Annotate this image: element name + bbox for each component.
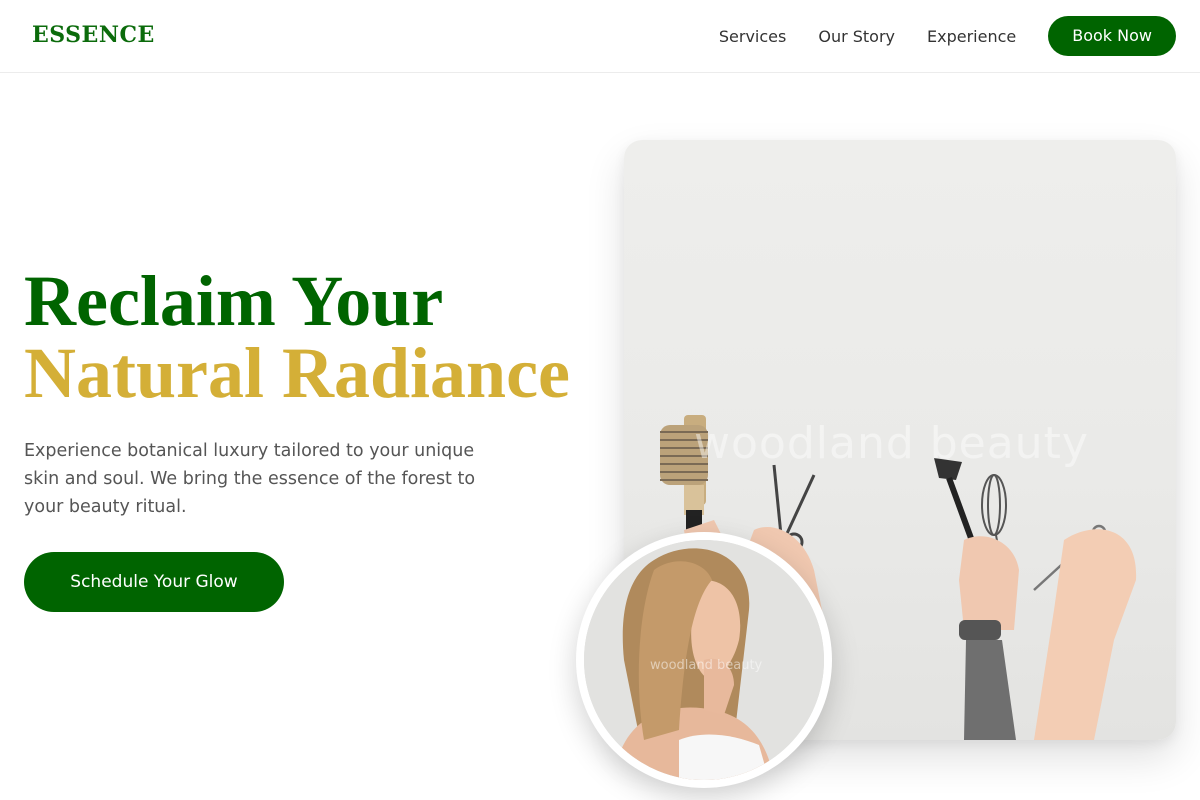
book-now-button[interactable]: Book Now — [1048, 16, 1176, 56]
logo[interactable]: ESSENCE — [32, 22, 155, 48]
nav-link-our-story[interactable]: Our Story — [818, 27, 895, 46]
site-header: ESSENCE Services Our Story Experience Bo… — [0, 0, 1200, 73]
main-nav: Services Our Story Experience Book Now — [719, 16, 1176, 56]
portrait-image: woodland beauty — [584, 540, 824, 780]
image-watermark: woodland beauty — [694, 418, 1089, 469]
nav-link-services[interactable]: Services — [719, 27, 786, 46]
hero-title: Reclaim Your Natural Radiance — [24, 265, 584, 409]
portrait-watermark: woodland beauty — [650, 658, 763, 673]
hero-description: Experience botanical luxury tailored to … — [24, 441, 476, 517]
hero-title-line1: Reclaim Your — [24, 261, 444, 341]
hero-title-line2: Natural Radiance — [24, 333, 570, 413]
schedule-glow-button[interactable]: Schedule Your Glow — [24, 552, 284, 612]
portrait-circle: woodland beauty — [576, 532, 832, 788]
nav-link-experience[interactable]: Experience — [927, 27, 1016, 46]
